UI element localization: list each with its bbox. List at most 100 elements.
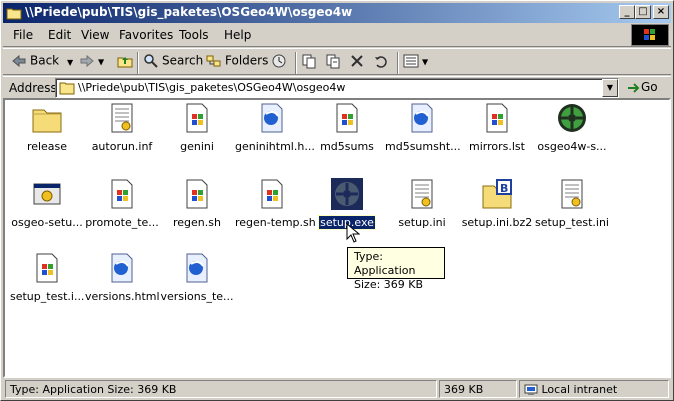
forward-arrow-icon [80, 54, 94, 68]
file-item-setup-ini-bz2[interactable]: B setup.ini.bz2 [459, 178, 535, 248]
file-item-setup-test-ini[interactable]: setup_test.ini [534, 178, 610, 248]
search-icon [144, 54, 158, 68]
config-file-icon [411, 179, 433, 209]
menu-help[interactable]: Help [224, 28, 251, 42]
windows-file-icon [486, 103, 508, 133]
osgeo-setup-icon [331, 178, 363, 210]
status-zone-label: Local intranet [541, 383, 618, 396]
history-button[interactable] [271, 53, 290, 73]
forward-button[interactable]: ▼ [79, 53, 104, 73]
file-item-osgeo-setup[interactable]: osgeo-setu... [9, 178, 85, 248]
file-name: setup.ini.bz2 [461, 216, 533, 229]
back-label: Back [30, 53, 60, 68]
file-name: versions.html [85, 290, 160, 303]
menu-tools[interactable]: Tools [179, 28, 209, 42]
delete-button[interactable] [349, 53, 368, 73]
windows-file-icon [186, 179, 208, 209]
status-bar: Type: Application Size: 369 KB 369 KB Lo… [3, 379, 671, 399]
folder-icon [59, 82, 75, 95]
address-dropdown-button[interactable]: ▼ [602, 79, 618, 97]
file-item-promote-test[interactable]: promote_te... [84, 178, 160, 248]
views-button[interactable]: ▼ [403, 53, 428, 73]
up-folder-icon [117, 57, 133, 68]
file-name: osgeo-setu... [11, 216, 83, 229]
move-to-button[interactable] [301, 53, 320, 73]
windows-file-icon [336, 103, 358, 133]
address-label: Address [9, 81, 57, 95]
title-bar[interactable]: \\Priede\pub\TIS\gis_paketes\OSGeo4W\osg… [3, 3, 671, 23]
windows-file-icon [261, 179, 283, 209]
folder-icon [32, 109, 62, 133]
go-label: Go [641, 80, 658, 94]
menu-bar: File Edit View Favorites Tools Help [3, 23, 671, 47]
config-file-icon [561, 179, 583, 209]
osgeo-setup-icon [558, 104, 586, 132]
forward-dropdown-icon[interactable]: ▼ [98, 58, 104, 67]
go-button[interactable]: Go [627, 80, 658, 94]
folders-label: Folders [225, 53, 269, 68]
undo-button[interactable] [373, 53, 392, 73]
back-arrow-icon [12, 54, 26, 68]
folders-button[interactable]: Folders [206, 53, 268, 73]
file-name: osgeo4w-s... [537, 140, 607, 153]
address-input[interactable]: \\Priede\pub\TIS\gis_paketes\OSGeo4W\osg… [55, 78, 619, 98]
back-button[interactable]: Back ▼ [11, 53, 73, 73]
file-item-versions-test[interactable]: versions_te... [159, 252, 235, 322]
file-list-pane[interactable]: release autorun.inf genini geninihtml.h.… [3, 98, 671, 378]
archive-folder-icon: B [482, 179, 512, 209]
file-item-geninihtml[interactable]: geninihtml.h... [234, 102, 315, 172]
file-item-osgeo4w-setup[interactable]: osgeo4w-s... [534, 102, 610, 172]
mouse-cursor-icon [346, 223, 360, 243]
copy-to-button[interactable] [325, 53, 344, 73]
views-icon [403, 54, 419, 68]
search-button[interactable]: Search [143, 53, 203, 73]
close-button[interactable]: × [653, 5, 669, 19]
windows-file-icon [111, 179, 133, 209]
file-name: genini [180, 140, 214, 153]
file-item-mirrors[interactable]: mirrors.lst [459, 102, 535, 172]
html-document-icon [111, 253, 133, 283]
folders-icon [206, 55, 221, 67]
delete-icon [351, 55, 363, 67]
file-name: setup.ini [398, 216, 446, 229]
window-title: \\Priede\pub\TIS\gis_paketes\OSGeo4W\osg… [25, 5, 353, 19]
file-item-regen-temp[interactable]: regen-temp.sh [234, 178, 316, 248]
html-document-icon [186, 253, 208, 283]
address-bar: Address \\Priede\pub\TIS\gis_paketes\OSG… [3, 76, 671, 98]
status-text: Type: Application Size: 369 KB [5, 380, 437, 398]
minimize-button[interactable]: _ [619, 5, 635, 19]
menu-file[interactable]: File [13, 28, 33, 42]
file-tooltip: Type: Application Size: 369 KB [347, 247, 445, 291]
move-to-icon [302, 54, 316, 69]
up-folder-button[interactable] [117, 53, 136, 73]
menu-edit[interactable]: Edit [48, 28, 71, 42]
file-item-genini[interactable]: genini [159, 102, 235, 172]
file-name: mirrors.lst [469, 140, 525, 153]
toolbar-separator [397, 52, 399, 74]
file-name: regen-temp.sh [235, 216, 316, 229]
html-document-icon [411, 103, 433, 133]
file-item-md5sums[interactable]: md5sums [309, 102, 385, 172]
views-dropdown-icon[interactable]: ▼ [422, 58, 428, 67]
maximize-button[interactable]: □ [635, 5, 651, 19]
file-name: setup_test.ini [535, 216, 609, 229]
file-name: setup_test.i... [10, 290, 85, 303]
menu-view[interactable]: View [81, 28, 109, 42]
local-intranet-icon [524, 384, 538, 395]
file-name: regen.sh [173, 216, 221, 229]
file-item-md5sumshtml[interactable]: md5sumsht... [384, 102, 461, 172]
status-zone: Local intranet [519, 380, 669, 398]
file-item-setup-test-i[interactable]: setup_test.i... [9, 252, 85, 322]
file-name: md5sumsht... [385, 140, 461, 153]
file-item-release[interactable]: release [9, 102, 85, 172]
file-name: promote_te... [85, 216, 159, 229]
file-item-regen-sh[interactable]: regen.sh [159, 178, 235, 248]
file-item-versions-html[interactable]: versions.html [84, 252, 160, 322]
menu-favorites[interactable]: Favorites [119, 28, 173, 42]
back-dropdown-icon[interactable]: ▼ [67, 58, 73, 67]
html-document-icon [261, 103, 283, 133]
file-item-setup-ini[interactable]: setup.ini [384, 178, 460, 248]
toolbar-separator [295, 52, 297, 74]
tooltip-size: Size: 369 KB [354, 278, 424, 291]
file-item-autorun[interactable]: autorun.inf [84, 102, 160, 172]
